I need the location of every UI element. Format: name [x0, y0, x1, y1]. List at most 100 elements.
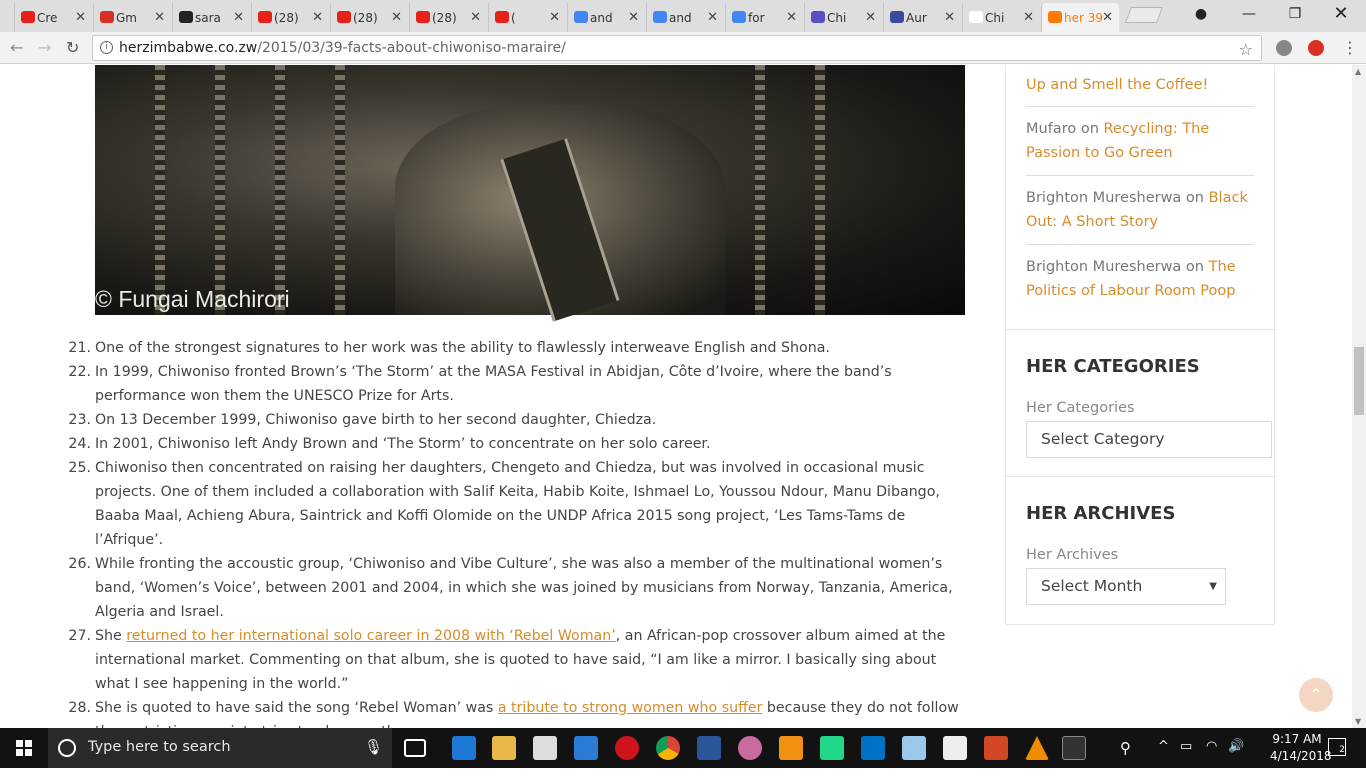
notification-center-icon[interactable]: 2: [1328, 738, 1346, 756]
categories-select[interactable]: Select Category: [1026, 421, 1272, 458]
new-tab-button[interactable]: [1125, 7, 1163, 23]
url-host: herzimbabwe.co.zw: [119, 40, 258, 56]
scroll-thumb[interactable]: [1354, 347, 1364, 415]
site-icon: [1048, 11, 1062, 23]
wifi-icon[interactable]: ◠: [1206, 739, 1217, 779]
tab-2[interactable]: sara ✕: [172, 3, 250, 32]
google-icon: [653, 11, 667, 23]
tab-7[interactable]: and ✕: [567, 3, 645, 32]
chevron-down-icon: ▼: [1209, 581, 1217, 592]
battery-icon[interactable]: ▭: [1180, 739, 1192, 779]
tab-13[interactable]: her 39 ✕: [1041, 3, 1119, 32]
close-tab-icon[interactable]: ✕: [233, 10, 244, 25]
close-tab-icon[interactable]: ✕: [865, 10, 876, 25]
scroll-to-top-button[interactable]: ⌃: [1299, 678, 1333, 712]
start-button-windows-icon[interactable]: [16, 740, 32, 756]
list-number: 25.: [68, 460, 91, 476]
sidebar: Up and Smell the Coffee! Mufaro on Recyc…: [1005, 65, 1276, 625]
tab-5[interactable]: (28) ✕: [409, 3, 487, 32]
list-number: 21.: [68, 340, 91, 356]
tab-9[interactable]: for ✕: [725, 3, 803, 32]
notepad-icon[interactable]: [902, 736, 926, 760]
edge-icon[interactable]: [452, 736, 476, 760]
close-tab-icon[interactable]: ✕: [1023, 10, 1034, 25]
opera-icon[interactable]: [615, 736, 639, 760]
word-icon[interactable]: [697, 736, 721, 760]
chrome-icon[interactable]: [656, 736, 680, 760]
tab-8[interactable]: and ✕: [646, 3, 724, 32]
close-tab-icon[interactable]: ✕: [786, 10, 797, 25]
tab-10[interactable]: Chi ✕: [804, 3, 882, 32]
vlc-icon[interactable]: [1025, 736, 1049, 760]
tab-4[interactable]: (28) ✕: [330, 3, 408, 32]
close-tab-icon[interactable]: ✕: [391, 10, 402, 25]
fact-text: One of the strongest signatures to her w…: [95, 340, 830, 356]
close-tab-icon[interactable]: ✕: [154, 10, 165, 25]
taskbar: Type here to search 🎙 ⚲ ^ ▭ ◠ 🔊 9:17 AM …: [0, 728, 1366, 768]
scroll-down-icon[interactable]: ▼: [1355, 717, 1361, 726]
extension-red-icon[interactable]: [1308, 40, 1324, 56]
mail-icon[interactable]: [533, 736, 557, 760]
info-icon[interactable]: i: [100, 41, 113, 54]
show-hidden-icons-icon[interactable]: ^: [1158, 739, 1169, 779]
tab-12[interactable]: Chi ✕: [962, 3, 1040, 32]
extension-icon[interactable]: [1276, 40, 1292, 56]
url-path: /2015/03/39-facts-about-chiwoniso-marair…: [257, 40, 566, 56]
list-number: 26.: [68, 556, 91, 572]
task-view-icon[interactable]: [404, 739, 426, 757]
close-tab-icon[interactable]: ✕: [312, 10, 323, 25]
outlook-icon[interactable]: [861, 736, 885, 760]
people-icon[interactable]: ⚲: [1120, 739, 1131, 779]
terminal-icon[interactable]: [1062, 736, 1086, 760]
close-tab-icon[interactable]: ✕: [944, 10, 955, 25]
fact-text: Chiwoniso then concentrated on raising h…: [95, 460, 940, 548]
close-window-button[interactable]: ✕: [1318, 0, 1364, 30]
system-clock[interactable]: 9:17 AM 4/14/2018: [1270, 731, 1332, 765]
s-icon: [890, 11, 904, 23]
photos-icon[interactable]: [943, 736, 967, 760]
forward-icon[interactable]: →: [38, 38, 51, 57]
tab-6[interactable]: (✕: [488, 3, 566, 32]
github-icon: [179, 11, 193, 23]
fact-text: On 13 December 1999, Chiwoniso gave birt…: [95, 412, 657, 428]
menu-kebab-icon[interactable]: ⋮: [1342, 38, 1358, 57]
archives-select[interactable]: Select Month ▼: [1026, 568, 1226, 605]
list-number: 23.: [68, 412, 91, 428]
comment-author: Brighton Muresherwa: [1026, 190, 1182, 206]
reload-icon[interactable]: ↻: [66, 38, 79, 57]
paint-icon[interactable]: [738, 736, 762, 760]
tab-label: Gm: [116, 10, 137, 25]
recent-comment: Brighton Muresherwa on Black Out: A Shor…: [1026, 190, 1248, 230]
close-tab-icon[interactable]: ✕: [628, 10, 639, 25]
bookmark-star-icon[interactable]: ☆: [1239, 38, 1253, 62]
back-icon[interactable]: ←: [10, 38, 23, 57]
close-tab-icon[interactable]: ✕: [470, 10, 481, 25]
sublime-icon[interactable]: [779, 736, 803, 760]
profile-icon[interactable]: ●: [1178, 0, 1224, 30]
volume-icon[interactable]: 🔊: [1228, 739, 1244, 779]
tab-3[interactable]: (28) ✕: [251, 3, 329, 32]
comment-link[interactable]: Up and Smell the Coffee!: [1026, 77, 1208, 93]
vertical-scrollbar[interactable]: ▲ ▼: [1352, 65, 1366, 728]
close-tab-icon[interactable]: ✕: [549, 10, 560, 25]
minimize-button[interactable]: —: [1226, 0, 1272, 30]
youtube-icon: [416, 11, 430, 23]
pycharm-icon[interactable]: [820, 736, 844, 760]
restore-button[interactable]: ❐: [1272, 0, 1318, 30]
tab-label: her 39: [1064, 10, 1104, 25]
file-explorer-icon[interactable]: [492, 736, 516, 760]
article-link[interactable]: a tribute to strong women who suffer: [498, 700, 763, 716]
close-tab-icon[interactable]: ✕: [75, 10, 86, 25]
tab-1[interactable]: Gm ✕: [93, 3, 171, 32]
taskbar-search[interactable]: Type here to search 🎙: [48, 728, 392, 768]
article-link[interactable]: returned to her international solo caree…: [126, 628, 615, 644]
powerpoint-icon[interactable]: [984, 736, 1008, 760]
scroll-up-icon[interactable]: ▲: [1355, 67, 1361, 76]
close-tab-icon[interactable]: ✕: [1102, 10, 1113, 25]
close-tab-icon[interactable]: ✕: [707, 10, 718, 25]
tab-0[interactable]: Cre ✕: [14, 3, 92, 32]
microphone-icon[interactable]: 🎙: [364, 738, 383, 756]
tab-11[interactable]: Aur ✕: [883, 3, 961, 32]
address-bar[interactable]: i herzimbabwe.co.zw/2015/03/39-facts-abo…: [92, 35, 1262, 61]
app-icon[interactable]: [574, 736, 598, 760]
